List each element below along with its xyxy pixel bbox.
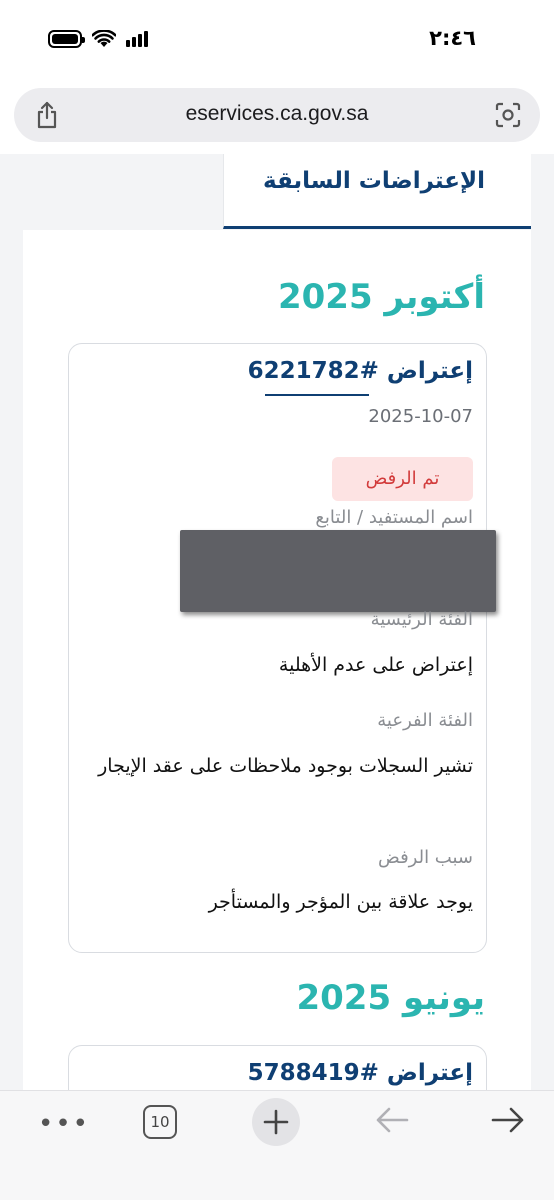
url-text[interactable]: eservices.ca.gov.sa	[14, 102, 540, 126]
objection-card: إعتراض #5788419	[68, 1045, 487, 1090]
rejection-reason-label: سبب الرفض	[378, 847, 473, 868]
sub-category-label: الفئة الفرعية	[377, 710, 473, 731]
battery-icon	[48, 30, 85, 48]
tab-previous-objections-label: الإعتراضات السابقة	[263, 168, 485, 194]
month-heading: أكتوبر 2025	[277, 277, 485, 317]
tab-switcher-button[interactable]: 10	[143, 1105, 177, 1139]
main-category-label: الفئة الرئيسية	[370, 609, 473, 630]
tab-previous-objections[interactable]: الإعتراضات السابقة	[223, 154, 531, 229]
redacted-beneficiary-name	[180, 530, 496, 612]
rejection-reason-value: يوجد علاقة بين المؤجر والمستأجر	[208, 891, 473, 913]
cellular-signal-icon	[126, 31, 148, 47]
wifi-icon	[92, 30, 116, 47]
objections-list: أكتوبر 2025 إعتراض #6221782 2025-10-07 ت…	[23, 230, 531, 1090]
objection-title-link[interactable]: إعتراض #6221782	[248, 358, 473, 384]
title-underline	[265, 394, 369, 396]
browser-toolbar: ••• 10	[0, 1090, 554, 1200]
objection-card: إعتراض #6221782 2025-10-07 تم الرفض اسم …	[68, 343, 496, 953]
new-tab-button[interactable]	[252, 1098, 300, 1146]
main-category-value: إعتراض على عدم الأهلية	[278, 654, 473, 676]
address-bar[interactable]: eservices.ca.gov.sa	[14, 88, 540, 142]
objection-title-link[interactable]: إعتراض #5788419	[248, 1060, 473, 1086]
status-time: ٢:٤٦	[429, 26, 476, 50]
month-heading: يونيو 2025	[296, 978, 485, 1018]
more-options-icon[interactable]: •••	[38, 1109, 90, 1139]
back-arrow-icon[interactable]	[374, 1105, 410, 1139]
status-badge: تم الرفض	[332, 457, 473, 501]
google-lens-icon[interactable]	[494, 102, 522, 132]
status-icons	[48, 30, 150, 48]
sub-category-value: تشير السجلات بوجود ملاحظات على عقد الإيج…	[98, 755, 473, 777]
plus-icon	[263, 1109, 289, 1135]
web-page: الإعتراضات السابقة أكتوبر 2025 إعتراض #6…	[0, 154, 554, 1090]
status-bar: ٢:٤٦	[0, 0, 554, 80]
forward-arrow-icon[interactable]	[490, 1105, 526, 1139]
beneficiary-label: اسم المستفيد / التابع	[315, 507, 473, 528]
objection-date: 2025-10-07	[368, 406, 473, 427]
